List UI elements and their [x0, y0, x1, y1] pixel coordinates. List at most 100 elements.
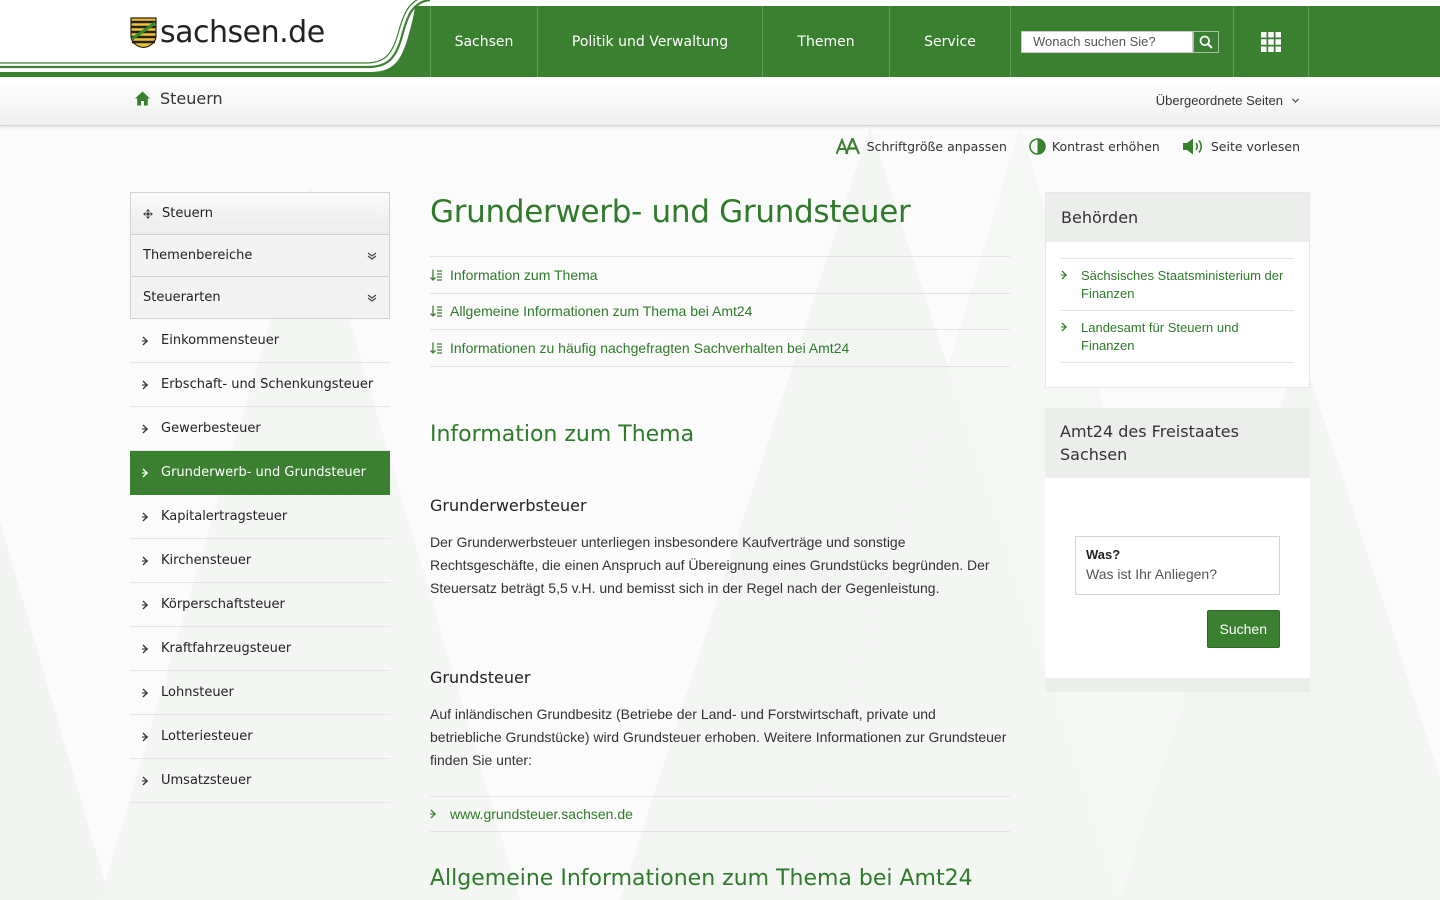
- amt24-box: Amt24 des Freistaates Sachsen Was? Suche…: [1045, 408, 1310, 692]
- double-chevron-down-icon: [367, 252, 377, 260]
- was-field: Was?: [1075, 536, 1280, 595]
- toc-link-allgemeine-informationen[interactable]: Allgemeine Informationen zum Thema bei A…: [430, 294, 1010, 330]
- nav-item-sachsen[interactable]: Sachsen: [430, 6, 537, 77]
- sidebar-item[interactable]: Kirchensteuer: [130, 539, 390, 583]
- paragraph-grunderwerbsteuer: Der Grunderwerbsteuer unterliegen insbes…: [430, 533, 990, 596]
- subheading-grundsteuer: Grundsteuer: [430, 667, 531, 687]
- sidebar-head-steuern[interactable]: Steuern: [130, 192, 390, 235]
- sidebar-item[interactable]: Erbschaft- und Schenkungsteuer: [130, 363, 390, 407]
- sidebar-item-label: Umsatzsteuer: [161, 773, 252, 788]
- sidebar-toggle-label: Steuerarten: [143, 290, 221, 305]
- was-label: Was?: [1086, 547, 1121, 562]
- table-of-contents: Information zum Thema Allgemeine Informa…: [430, 256, 1010, 367]
- sidebar-item-label: Gewerbesteuer: [161, 421, 261, 436]
- sidebar-item-label: Körperschaftsteuer: [161, 597, 285, 612]
- authority-label: Landesamt für Steuern und Finanzen: [1081, 320, 1239, 353]
- font-size-button[interactable]: Schriftgröße anpassen: [835, 138, 1007, 155]
- arrow-right-icon: [142, 776, 161, 786]
- speaker-icon: [1182, 138, 1202, 155]
- arrow-right-icon: [1061, 322, 1067, 332]
- main-content: Grunderwerb- und Grundsteuer Information…: [430, 192, 1010, 891]
- main-navigation: Sachsen Politik und Verwaltung Themen Se…: [430, 6, 1309, 77]
- home-icon[interactable]: [135, 91, 150, 106]
- font-size-icon: [835, 138, 860, 155]
- page-title: Grunderwerb- und Grundsteuer: [430, 194, 911, 230]
- grid-icon: [1261, 31, 1281, 52]
- anliegen-input[interactable]: [1086, 566, 1269, 582]
- read-aloud-label: Seite vorlesen: [1210, 139, 1300, 154]
- read-aloud-button[interactable]: Seite vorlesen: [1182, 138, 1300, 155]
- amt24-search-form: Was? Suchen: [1045, 478, 1310, 678]
- sidebar-item-label: Erbschaft- und Schenkungsteuer: [161, 377, 374, 392]
- parent-pages-label: Übergeordnete Seiten: [1155, 93, 1283, 108]
- sidebar-item-label: Kapitalertragsteuer: [161, 509, 288, 524]
- sidebar-item[interactable]: Umsatzsteuer: [130, 759, 390, 803]
- toc-link-haeufige-sachverhalte[interactable]: Informationen zu häufig nachgefragten Sa…: [430, 330, 1010, 367]
- search-button[interactable]: [1193, 30, 1219, 53]
- sidebar-head-label: Steuern: [162, 206, 213, 221]
- contrast-label: Kontrast erhöhen: [1051, 139, 1160, 154]
- authorities-list: Sächsisches Staatsministerium der Finanz…: [1046, 242, 1309, 387]
- sidebar-item-label: Grunderwerb- und Grundsteuer: [161, 465, 367, 480]
- arrow-right-icon: [142, 732, 161, 742]
- arrow-right-icon: [142, 380, 161, 390]
- saxony-coat-of-arms-icon: [130, 17, 157, 48]
- sidebar-toggle-themenbereiche[interactable]: Themenbereiche: [130, 235, 390, 277]
- nav-item-politik-und-verwaltung[interactable]: Politik und Verwaltung: [537, 6, 762, 77]
- nav-item-service[interactable]: Service: [889, 6, 1010, 77]
- sidebar-item[interactable]: Gewerbesteuer: [130, 407, 390, 451]
- sidebar-toggle-label: Themenbereiche: [143, 248, 253, 263]
- sidebar-item-label: Einkommensteuer: [161, 333, 280, 348]
- jump-down-icon: [430, 305, 442, 318]
- apps-menu-button[interactable]: [1233, 6, 1309, 77]
- toc-link-information[interactable]: Information zum Thema: [430, 257, 1010, 294]
- jump-down-icon: [430, 342, 442, 354]
- breadcrumb-bar: Steuern Übergeordnete Seiten: [0, 77, 1440, 126]
- sidebar-item-label: Lotteriesteuer: [161, 729, 253, 744]
- sidebar-item-label: Lohnsteuer: [161, 685, 234, 700]
- header-search: [1010, 6, 1233, 77]
- sidebar-item[interactable]: Kapitalertragsteuer: [130, 495, 390, 539]
- arrow-right-icon: [1061, 270, 1067, 280]
- sidebar-item[interactable]: Körperschaftsteuer: [130, 583, 390, 627]
- amt24-footer: [1045, 678, 1310, 692]
- move-icon: [143, 208, 153, 219]
- section-heading-information: Information zum Thema: [430, 421, 695, 447]
- arrow-right-icon: [142, 468, 161, 478]
- arrow-right-icon: [142, 688, 161, 698]
- sidebar-navigation: Steuern Themenbereiche Steuerarten Einko…: [130, 192, 390, 803]
- authority-link-staatsministerium[interactable]: Sächsisches Staatsministerium der Finanz…: [1061, 258, 1294, 310]
- sidebar-item[interactable]: Grunderwerb- und Grundsteuer: [130, 451, 390, 495]
- double-chevron-down-icon: [367, 294, 377, 302]
- site-header: sachsen.de Sachsen Politik und Verwaltun…: [0, 0, 1440, 77]
- site-logo[interactable]: sachsen.de: [130, 17, 325, 48]
- sidebar-item-list: Einkommensteuer Erbschaft- und Schenkungs…: [130, 319, 390, 803]
- contrast-button[interactable]: Kontrast erhöhen: [1029, 138, 1160, 155]
- jump-down-icon: [430, 269, 442, 281]
- breadcrumb-current[interactable]: Steuern: [160, 89, 223, 108]
- amt24-search-button[interactable]: Suchen: [1206, 610, 1280, 648]
- parent-pages-dropdown[interactable]: Übergeordnete Seiten: [1156, 93, 1300, 108]
- authorities-title: Behörden: [1046, 193, 1309, 242]
- section-heading-amt24: Allgemeine Informationen zum Thema bei A…: [430, 865, 973, 891]
- nav-item-themen[interactable]: Themen: [762, 6, 889, 77]
- search-input[interactable]: [1021, 30, 1193, 53]
- authority-link-landesamt[interactable]: Landesamt für Steuern und Finanzen: [1061, 310, 1294, 363]
- chevron-down-icon: [1292, 98, 1299, 103]
- sidebar-item-label: Kraftfahrzeugsteuer: [161, 641, 292, 656]
- arrow-right-icon: [430, 809, 436, 818]
- font-size-label: Schriftgröße anpassen: [866, 139, 1007, 154]
- subheading-grunderwerbsteuer: Grunderwerbsteuer: [430, 495, 587, 515]
- sidebar-toggle-steuerarten[interactable]: Steuerarten: [130, 277, 390, 319]
- accessibility-tools: Schriftgröße anpassen Kontrast erhöhen S…: [814, 138, 1300, 155]
- toc-link-label: Information zum Thema: [450, 266, 598, 283]
- sidebar-item[interactable]: Einkommensteuer: [130, 319, 390, 363]
- link-grundsteuer-sachsen[interactable]: www.grundsteuer.sachsen.de: [430, 795, 1010, 832]
- arrow-right-icon: [142, 336, 161, 346]
- arrow-right-icon: [142, 644, 161, 654]
- breadcrumb: Steuern: [135, 89, 223, 108]
- sidebar-item[interactable]: Kraftfahrzeugsteuer: [130, 627, 390, 671]
- sidebar-item[interactable]: Lotteriesteuer: [130, 715, 390, 759]
- paragraph-grundsteuer: Auf inländischen Grundbesitz (Betriebe d…: [430, 705, 1007, 768]
- sidebar-item[interactable]: Lohnsteuer: [130, 671, 390, 715]
